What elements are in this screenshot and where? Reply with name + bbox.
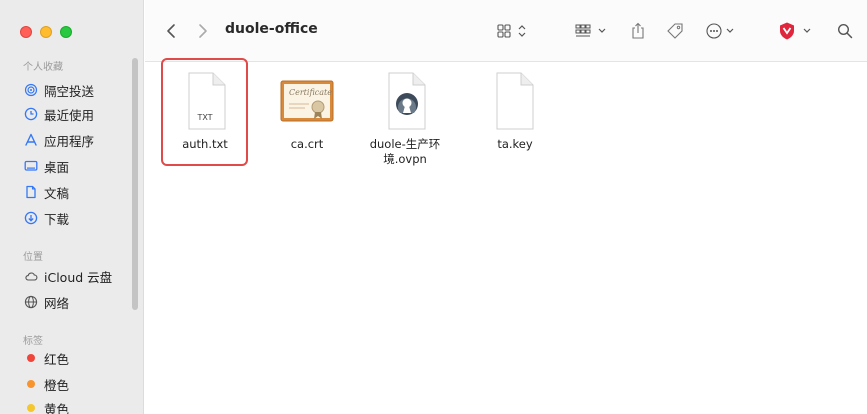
tag-icon [666,22,684,40]
sidebar-item-label: 红色 [44,351,70,367]
sidebar-item-tag-orange[interactable]: 橙色 [24,374,69,394]
file-name: ta.key [497,137,533,151]
ovpn-file-icon [373,69,437,133]
sidebar-item-label: 隔空投送 [44,83,95,99]
text-file-icon: TXT [173,69,237,133]
clock-icon [24,107,38,121]
more-actions-button[interactable] [705,18,741,44]
orange-tag-dot-icon [27,380,35,388]
sidebar-item-network[interactable]: 网络 [24,292,69,312]
yellow-tag-dot-icon [27,404,35,412]
sidebar-item-label: 应用程序 [44,133,95,149]
extension-button[interactable] [777,18,821,44]
sidebar-item-label: 网络 [44,295,70,311]
share-icon [631,22,645,40]
file-name: duole-生产环境.ovpn [369,137,441,166]
sidebar-item-label: 文稿 [44,185,70,201]
sidebar-item-documents[interactable]: 文稿 [24,182,69,202]
file-name: ca.crt [290,137,324,151]
airdrop-icon [24,83,38,97]
forward-button[interactable] [193,18,213,44]
locations-section-title: 位置 [23,252,43,263]
file-item-auth-txt[interactable]: TXT auth.txt [160,63,250,152]
sidebar-item-tag-red[interactable]: 红色 [24,348,69,368]
favorites-section-title: 个人收藏 [23,62,63,73]
zoom-button[interactable] [60,26,72,38]
blank-file-icon [483,69,547,133]
document-icon [24,185,38,199]
applications-icon [24,133,38,147]
sidebar-item-label: iCloud 云盘 [44,269,113,285]
sidebar-item-label: 下载 [44,211,70,227]
chevron-left-icon [166,23,176,39]
file-grid: TXT auth.txt Certificate ca.crt duole-生产… [145,63,867,414]
sidebar-item-airdrop[interactable]: 隔空投送 [24,80,94,100]
file-item-ovpn[interactable]: duole-生产环境.ovpn [360,63,450,167]
group-grid-icon [575,23,611,39]
group-button[interactable] [575,18,611,44]
sidebar-item-label: 黄色 [44,401,70,414]
sidebar-item-label: 桌面 [44,159,70,175]
sidebar-item-recents[interactable]: 最近使用 [24,104,94,124]
tags-section-title: 标签 [23,336,43,347]
icon-grid-icon [497,23,531,39]
file-type-badge: TXT [197,113,213,122]
red-tag-dot-icon [27,354,35,362]
finder-window: 个人收藏 隔空投送 最近使用 应用程序 桌面 文稿 下载 位置 iCloud 云… [0,0,867,414]
minimize-button[interactable] [40,26,52,38]
sidebar-item-label: 最近使用 [44,107,95,123]
close-button[interactable] [20,26,32,38]
share-button[interactable] [629,18,647,44]
desktop-icon [24,159,38,173]
sidebar-item-downloads[interactable]: 下载 [24,208,69,228]
search-button[interactable] [835,18,855,44]
network-icon [24,295,38,309]
sidebar-item-tag-yellow[interactable]: 黄色 [24,398,69,414]
certificate-label: Certificate [289,88,332,97]
back-button[interactable] [161,18,181,44]
file-item-ta-key[interactable]: ta.key [470,63,560,152]
extension-shield-icon [777,21,821,41]
sidebar-item-label: 橙色 [44,377,70,393]
window-controls [20,26,72,38]
sidebar: 个人收藏 隔空投送 最近使用 应用程序 桌面 文稿 下载 位置 iCloud 云… [0,0,144,414]
sidebar-item-icloud[interactable]: iCloud 云盘 [24,266,112,286]
file-item-ca-crt[interactable]: Certificate ca.crt [262,63,352,152]
icloud-icon [24,269,38,283]
view-mode-button[interactable] [497,18,531,44]
tag-button[interactable] [665,18,685,44]
chevron-right-icon [198,23,208,39]
toolbar: duole-office [145,0,867,62]
sidebar-item-applications[interactable]: 应用程序 [24,130,94,150]
sidebar-item-desktop[interactable]: 桌面 [24,156,69,176]
window-title: duole-office [225,21,318,37]
download-icon [24,211,38,225]
file-name: auth.txt [182,137,228,151]
search-icon [837,23,853,39]
sidebar-scrollbar[interactable] [132,58,138,310]
ellipsis-circle-icon [705,22,741,40]
certificate-file-icon: Certificate [275,69,339,133]
